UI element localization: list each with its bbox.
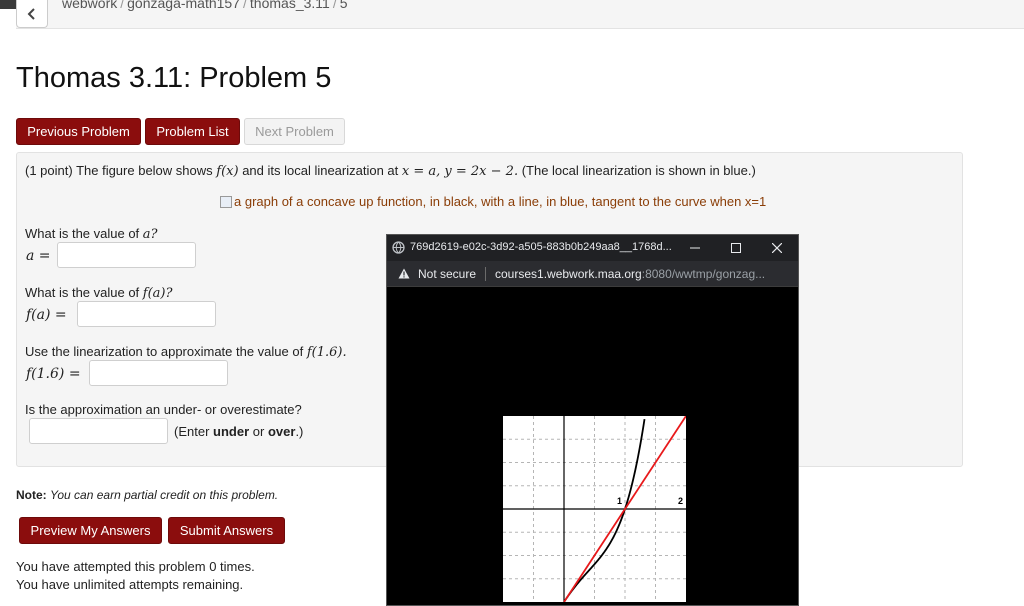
problem-list-button[interactable]: Problem List (145, 118, 240, 145)
broken-graph-image: a graph of a concave up function, in bla… (220, 194, 766, 209)
problem-statement: (1 point) The figure below shows f(x) an… (25, 163, 756, 179)
question-4: Is the approximation an under- or overes… (25, 402, 302, 417)
graph-image-alt-text: a graph of a concave up function, in bla… (234, 194, 767, 209)
function-graph: 1 2 (503, 416, 686, 602)
close-button[interactable] (764, 239, 790, 257)
breadcrumb: webwork / gonzaga-math157/thomas_3.11/5 (62, 0, 348, 11)
answer-fa-input[interactable] (77, 301, 216, 327)
breadcrumb-item-set[interactable]: thomas_3.11 (250, 0, 330, 11)
warning-icon (398, 268, 410, 279)
previous-problem-button[interactable]: Previous Problem (16, 118, 141, 145)
next-problem-button: Next Problem (244, 118, 345, 145)
breadcrumb-item-course[interactable]: gonzaga-math157 (127, 0, 240, 11)
question-2: What is the value of f(a)? (25, 285, 173, 301)
minimize-icon (690, 247, 700, 249)
globe-icon (392, 241, 405, 254)
question-1: What is the value of a? (25, 226, 158, 242)
popup-window-title: 769d2619-e02c-3d92-a505-883b0b249aa8__17… (410, 241, 672, 253)
page-title: Thomas 3.11: Problem 5 (16, 62, 332, 94)
maximize-button[interactable] (723, 239, 749, 257)
x-tick-label-2: 2 (678, 496, 683, 506)
answer-f16-label: f(1.6) = (26, 366, 81, 382)
popup-address-bar[interactable]: Not secure courses1.webwork.maa.org:8080… (387, 261, 798, 287)
maximize-icon (731, 243, 741, 253)
close-icon (772, 243, 782, 253)
graph-popup-window: 769d2619-e02c-3d92-a505-883b0b249aa8__17… (386, 234, 799, 606)
minimize-button[interactable] (682, 239, 708, 257)
preview-answers-button[interactable]: Preview My Answers (19, 517, 162, 544)
question-3: Use the linearization to approximate the… (25, 344, 347, 360)
x-tick-label-1: 1 (617, 496, 622, 506)
chevron-left-icon (27, 7, 35, 20)
partial-credit-note: Note: You can earn partial credit on thi… (16, 488, 279, 502)
breadcrumb-item-problem: 5 (339, 0, 348, 11)
attempts-remaining: You have unlimited attempts remaining. (16, 577, 244, 592)
submit-answers-button[interactable]: Submit Answers (168, 517, 285, 544)
answer-estimate-input[interactable] (29, 418, 168, 444)
broken-image-icon (220, 195, 232, 208)
attempts-count: You have attempted this problem 0 times. (16, 559, 255, 574)
breadcrumb-item-course-root[interactable]: webwork (62, 0, 117, 11)
answer-f16-input[interactable] (89, 360, 228, 386)
answer-a-input[interactable] (57, 242, 196, 268)
back-button[interactable] (16, 0, 48, 28)
address-divider (485, 267, 486, 281)
answer-fa-label: f(a) = (26, 307, 67, 323)
estimate-hint: (Enter under or over.) (174, 424, 304, 439)
popup-title-bar[interactable]: 769d2619-e02c-3d92-a505-883b0b249aa8__17… (387, 235, 798, 261)
popup-url: courses1.webwork.maa.org:8080/wwtmp/gonz… (495, 267, 766, 281)
answer-a-label: a = (26, 248, 51, 264)
not-secure-label: Not secure (418, 267, 477, 281)
